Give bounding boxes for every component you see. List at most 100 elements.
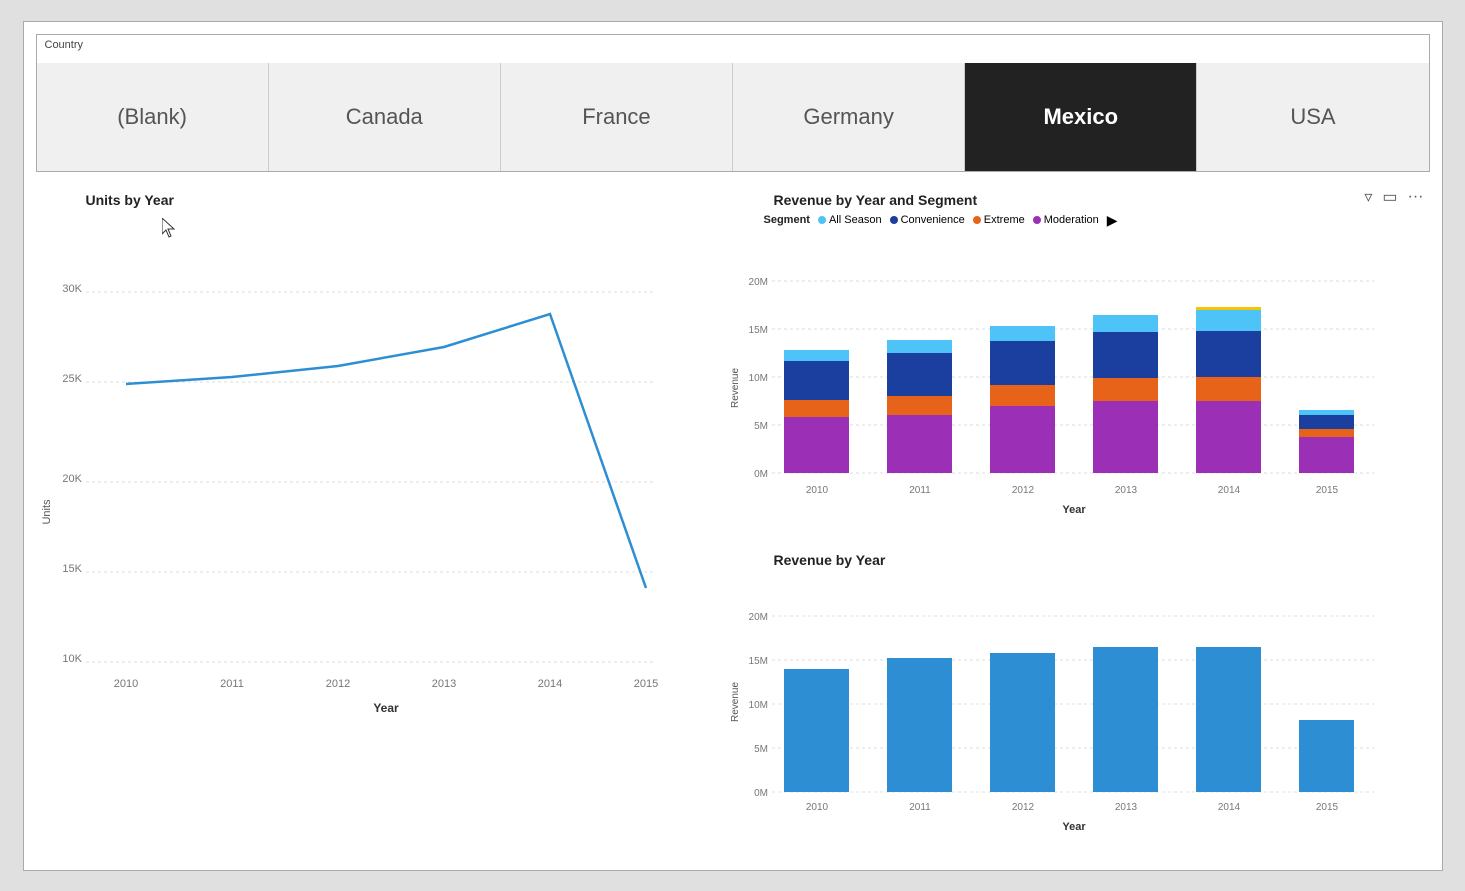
svg-text:15M: 15M	[748, 325, 767, 336]
svg-text:15M: 15M	[748, 656, 767, 667]
slicer-item-mexico[interactable]: Mexico	[965, 63, 1197, 171]
svg-text:2013: 2013	[1114, 802, 1137, 813]
svg-text:20M: 20M	[748, 277, 767, 288]
svg-text:2010: 2010	[805, 802, 828, 813]
all-season-label: All Season	[829, 214, 882, 226]
revenue-segment-legend: Segment All Season Convenience Extreme M…	[764, 212, 1424, 229]
bar-2011-extreme	[887, 396, 952, 415]
revenue-year-title: Revenue by Year	[774, 552, 1424, 568]
legend-all-season: All Season	[818, 214, 882, 226]
svg-text:2015: 2015	[1315, 485, 1338, 496]
segment-legend-label: Segment	[764, 214, 810, 226]
svg-text:2013: 2013	[1114, 485, 1137, 496]
revenue-segment-svg: Revenue 20M 15M 10M 5M 0M	[724, 233, 1404, 528]
svg-text:10K: 10K	[62, 653, 82, 665]
svg-text:20K: 20K	[62, 473, 82, 485]
bar-2013-revenue	[1093, 647, 1158, 792]
slicer-item-germany[interactable]: Germany	[733, 63, 965, 171]
svg-text:5M: 5M	[754, 744, 768, 755]
bar-2014-extreme	[1196, 377, 1261, 401]
svg-text:2014: 2014	[537, 678, 561, 690]
bar-2015-moderation	[1299, 437, 1354, 473]
svg-text:2011: 2011	[220, 678, 244, 690]
units-by-year-chart: Units by Year Units 30K 25K 20K 15K 10K	[36, 192, 706, 812]
legend-moderation: Moderation	[1033, 214, 1099, 226]
svg-text:Year: Year	[373, 701, 399, 715]
bar-2015-extreme	[1299, 429, 1354, 437]
bar-2012-convenience	[990, 341, 1055, 385]
bar-2015-allseason	[1299, 410, 1354, 415]
bar-2012-allseason	[990, 326, 1055, 341]
slicer-item-blank[interactable]: (Blank)	[37, 63, 269, 171]
bar-2015-revenue	[1299, 720, 1354, 792]
slicer-item-canada[interactable]: Canada	[269, 63, 501, 171]
svg-text:2014: 2014	[1217, 485, 1240, 496]
dashboard: Country (Blank)CanadaFranceGermanyMexico…	[23, 21, 1443, 871]
revenue-segment-chart: Revenue by Year and Segment Segment All …	[724, 192, 1424, 542]
bar-2011-convenience	[887, 353, 952, 396]
svg-text:2014: 2014	[1217, 802, 1240, 813]
svg-text:30K: 30K	[62, 283, 82, 295]
legend-next-arrow[interactable]: ▶	[1107, 212, 1118, 229]
svg-text:2012: 2012	[325, 678, 349, 690]
svg-text:25K: 25K	[62, 373, 82, 385]
svg-text:5M: 5M	[754, 421, 768, 432]
country-slicer: Country (Blank)CanadaFranceGermanyMexico…	[36, 34, 1430, 172]
svg-text:Year: Year	[1062, 821, 1086, 833]
bar-2014-convenience	[1196, 331, 1261, 377]
bar-2010-revenue	[784, 669, 849, 792]
slicer-item-usa[interactable]: USA	[1197, 63, 1428, 171]
bar-2010-convenience	[784, 361, 849, 400]
svg-text:10M: 10M	[748, 700, 767, 711]
bar-2012-moderation	[990, 406, 1055, 473]
moderation-dot	[1033, 216, 1041, 224]
legend-extreme: Extreme	[973, 214, 1025, 226]
svg-text:Revenue: Revenue	[730, 681, 741, 721]
svg-text:Year: Year	[1062, 504, 1086, 516]
bar-2014-moderation	[1196, 401, 1261, 473]
bar-2010-moderation	[784, 417, 849, 473]
bar-2014-revenue	[1196, 647, 1261, 792]
bar-2012-extreme	[990, 385, 1055, 406]
svg-text:10M: 10M	[748, 373, 767, 384]
extreme-label: Extreme	[984, 214, 1025, 226]
bar-2014-other	[1196, 307, 1261, 310]
bar-2013-allseason	[1093, 315, 1158, 332]
svg-text:2011: 2011	[909, 802, 931, 813]
extreme-dot	[973, 216, 981, 224]
svg-text:2015: 2015	[633, 678, 657, 690]
svg-text:2011: 2011	[909, 485, 931, 496]
svg-text:Revenue: Revenue	[730, 367, 741, 407]
bar-2011-moderation	[887, 415, 952, 473]
svg-text:2012: 2012	[1011, 802, 1034, 813]
bar-2010-extreme	[784, 400, 849, 417]
bar-2013-extreme	[1093, 378, 1158, 401]
revenue-year-chart: Revenue by Year Revenue 20M 15M 10M 5M 0…	[724, 552, 1424, 862]
moderation-label: Moderation	[1044, 214, 1099, 226]
slicer-label: Country	[45, 39, 84, 51]
svg-text:0M: 0M	[754, 469, 768, 480]
revenue-year-svg: Revenue 20M 15M 10M 5M 0M	[724, 572, 1404, 842]
convenience-label: Convenience	[901, 214, 965, 226]
svg-text:2015: 2015	[1315, 802, 1338, 813]
slicer-item-france[interactable]: France	[501, 63, 733, 171]
convenience-dot	[890, 216, 898, 224]
bar-2011-revenue	[887, 658, 952, 792]
svg-text:15K: 15K	[62, 563, 82, 575]
all-season-dot	[818, 216, 826, 224]
bar-2013-convenience	[1093, 332, 1158, 378]
svg-text:0M: 0M	[754, 788, 768, 799]
svg-text:Units: Units	[41, 498, 53, 524]
bar-2010-allseason	[784, 350, 849, 361]
bar-2013-moderation	[1093, 401, 1158, 473]
legend-convenience: Convenience	[890, 214, 965, 226]
bar-2011-allseason	[887, 340, 952, 353]
units-chart-title: Units by Year	[86, 192, 706, 208]
svg-text:20M: 20M	[748, 612, 767, 623]
svg-text:2010: 2010	[113, 678, 137, 690]
bar-2015-convenience	[1299, 415, 1354, 429]
bar-2014-allseason	[1196, 310, 1261, 331]
units-chart-svg: Units 30K 25K 20K 15K 10K 2010 2	[36, 212, 686, 772]
revenue-segment-title: Revenue by Year and Segment	[774, 192, 1424, 208]
slicer-items: (Blank)CanadaFranceGermanyMexicoUSA	[37, 63, 1429, 171]
